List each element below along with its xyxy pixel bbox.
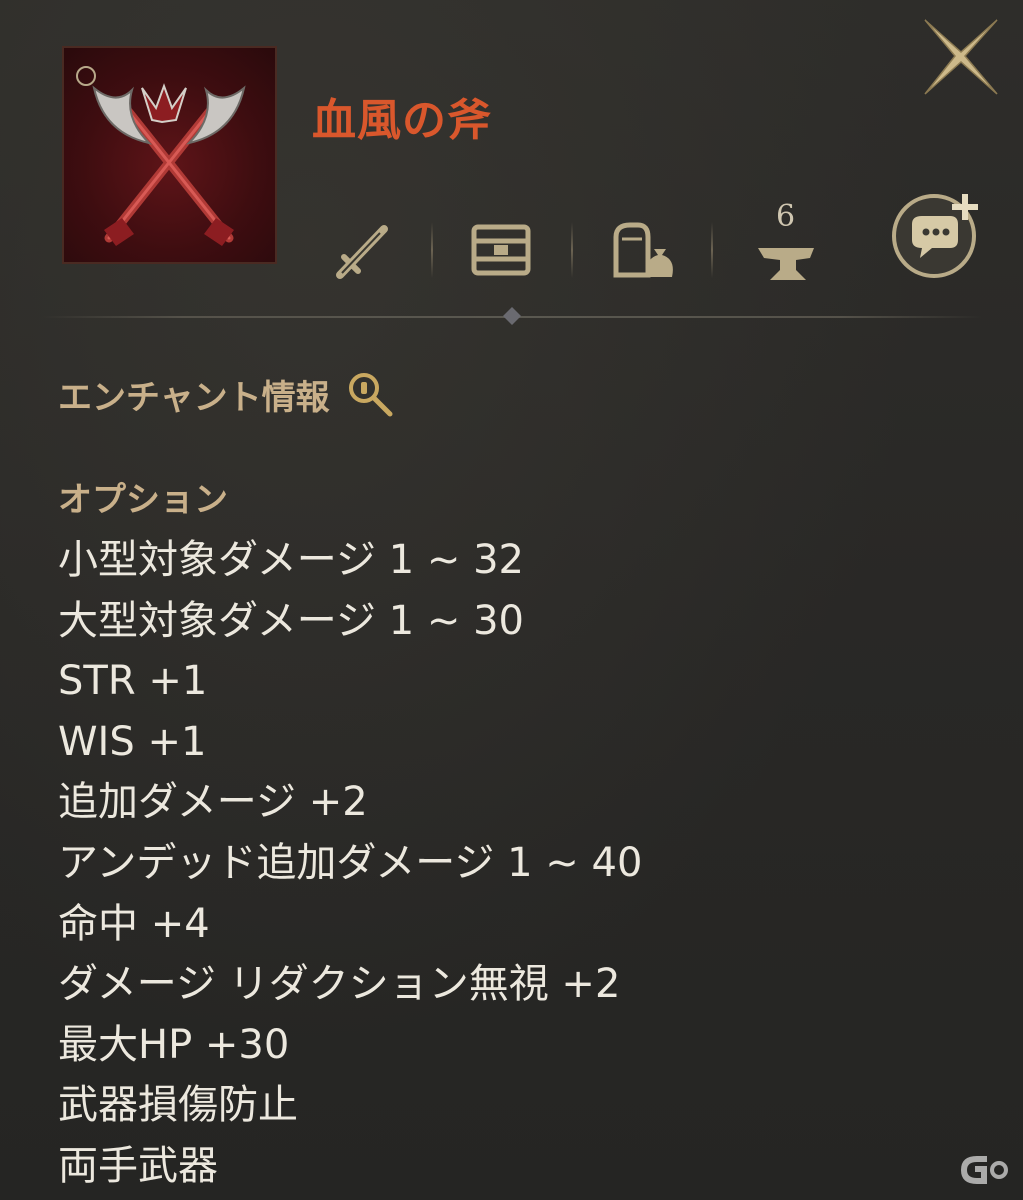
close-icon — [924, 19, 998, 95]
storage-button[interactable] — [466, 215, 536, 285]
enchant-info-label: エンチャント情報 — [58, 377, 330, 418]
anvil-icon — [758, 248, 814, 280]
crossed-blood-axes-icon — [62, 46, 277, 264]
chat-add-icon — [892, 194, 978, 278]
chat-add-button[interactable] — [888, 184, 986, 282]
option-item: WIS +1 — [58, 718, 207, 765]
item-tooltip-panel: 血風の斧 6 エンチャント情報 オプション 小型対象ダメージ 1 ~ 32 大型… — [0, 0, 1023, 1200]
anvil-button[interactable] — [752, 222, 822, 292]
option-item: STR +1 — [58, 658, 208, 705]
option-item: 小型対象ダメージ 1 ~ 32 — [58, 537, 525, 583]
option-item: 命中 +4 — [58, 900, 210, 947]
divider-gem-icon — [503, 307, 521, 325]
magnifier-icon — [348, 373, 393, 417]
options-header: オプション — [58, 480, 228, 520]
sword-icon — [336, 225, 388, 279]
treasure-chest-icon — [471, 224, 531, 276]
option-item: 大型対象ダメージ 1 ~ 30 — [58, 597, 525, 644]
option-item: ダメージ リダクション無視 +2 — [58, 961, 621, 1008]
options-list: 小型対象ダメージ 1 ~ 32 大型対象ダメージ 1 ~ 30 STR +1 W… — [58, 530, 642, 1197]
option-item: アンデッド追加ダメージ 1 ~ 40 — [58, 839, 643, 886]
option-item: 最大HP +30 — [58, 1021, 290, 1068]
watermark-logo-icon — [961, 1156, 1008, 1184]
option-item: 追加ダメージ +2 — [58, 779, 368, 826]
option-item: 両手武器 — [58, 1142, 218, 1189]
shop-button[interactable] — [608, 215, 678, 285]
toolbar-separator — [571, 222, 573, 278]
option-item: 武器損傷防止 — [58, 1082, 298, 1129]
close-button[interactable] — [915, 12, 1005, 102]
sword-button[interactable] — [328, 215, 398, 285]
toolbar-separator — [711, 222, 713, 278]
item-name: 血風の斧 — [312, 95, 492, 146]
toolbar-separator — [431, 222, 433, 278]
enchant-info-row: エンチャント情報 — [58, 368, 396, 420]
enchant-search-button[interactable] — [344, 368, 396, 420]
shop-bag-icon — [613, 222, 673, 278]
